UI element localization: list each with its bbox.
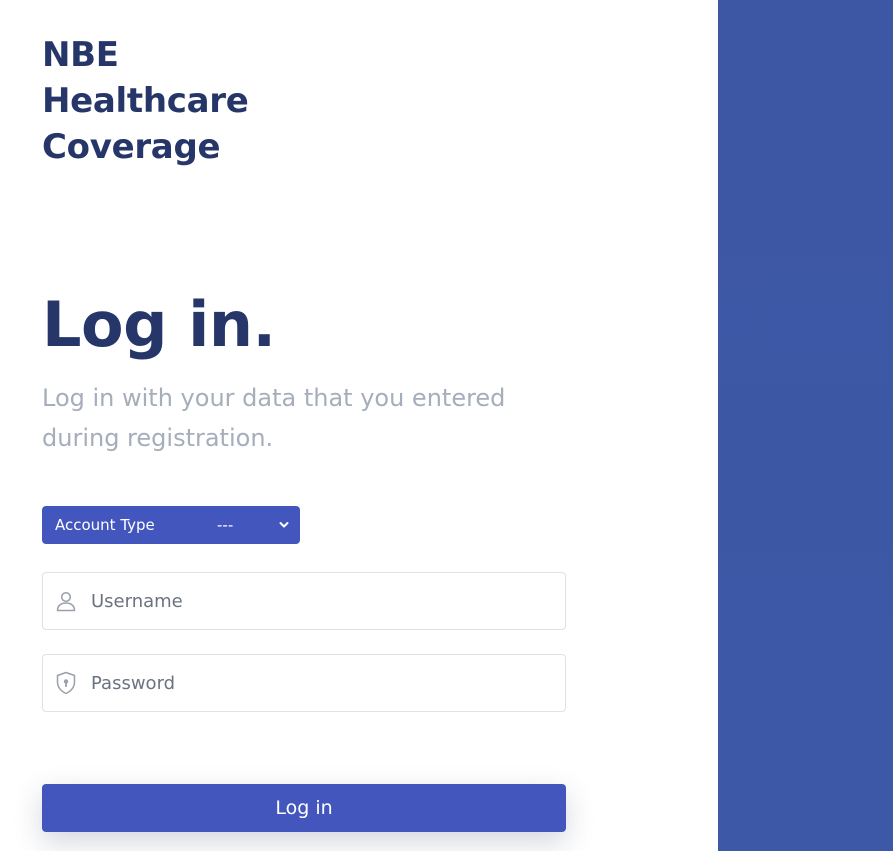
- username-input[interactable]: [87, 573, 565, 629]
- decorative-side-panel: [718, 0, 893, 851]
- brand-line-3: Coverage: [42, 127, 221, 167]
- password-field[interactable]: [42, 654, 566, 712]
- brand-line-2: Healthcare: [42, 81, 249, 121]
- shield-lock-icon: [43, 655, 87, 711]
- account-type-value: ---: [217, 516, 234, 534]
- page-subtitle: Log in with your data that you entered d…: [42, 384, 506, 452]
- account-type-label: Account Type: [55, 516, 155, 534]
- login-button[interactable]: Log in: [42, 784, 566, 832]
- user-icon: [43, 573, 87, 629]
- username-field[interactable]: [42, 572, 566, 630]
- brand-logo-text: NBE Healthcare Coverage: [42, 32, 342, 170]
- login-page: NBE Healthcare Coverage Log in. Log in w…: [0, 0, 893, 851]
- account-type-select[interactable]: Account Type ---: [42, 506, 300, 544]
- page-title: Log in.: [42, 288, 276, 361]
- brand-line-1: NBE: [42, 35, 119, 75]
- password-input[interactable]: [87, 655, 565, 711]
- chevron-down-icon: [278, 519, 290, 531]
